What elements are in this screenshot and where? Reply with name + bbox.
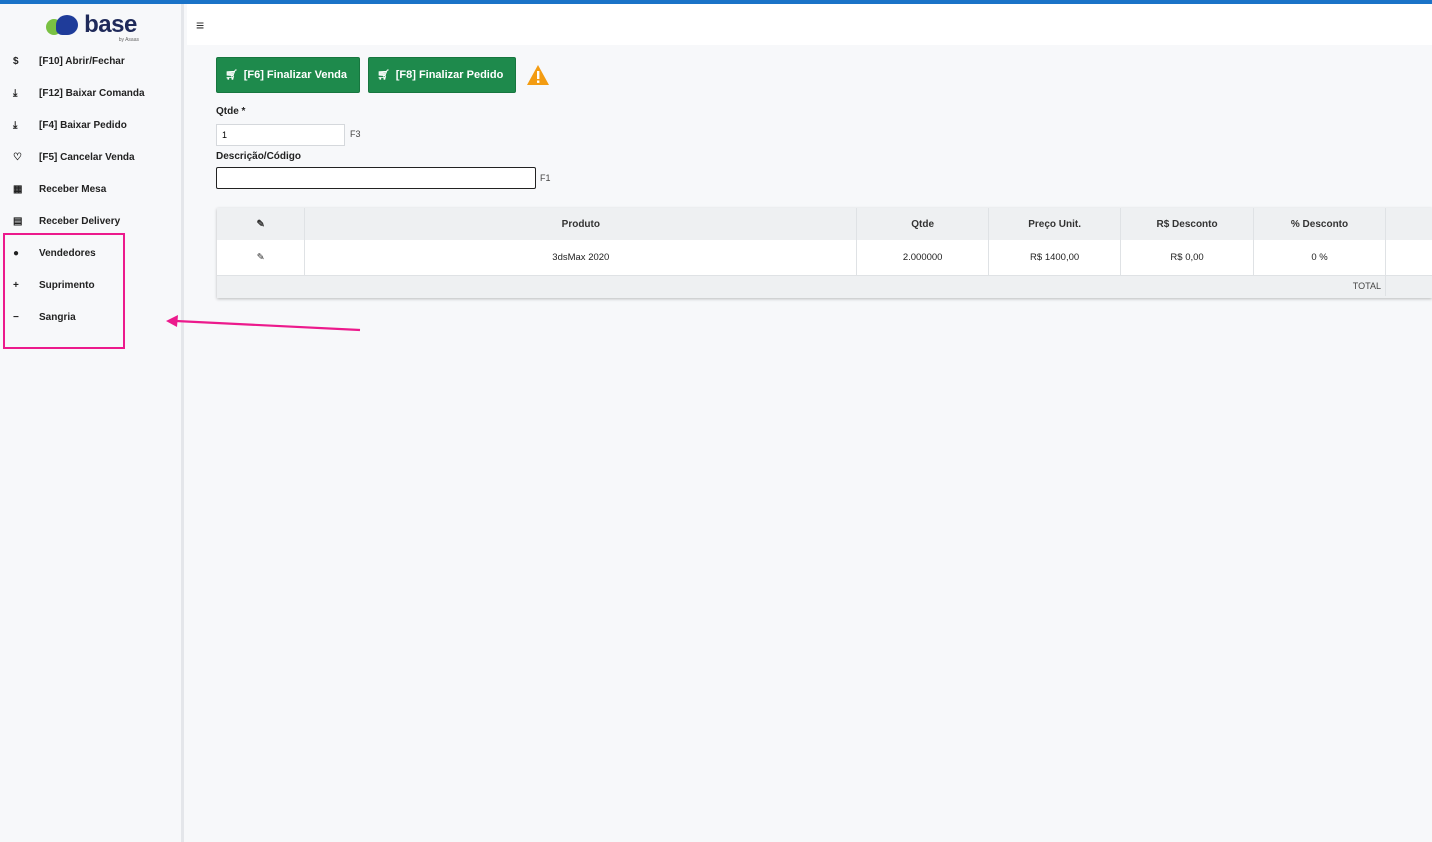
column-header-qtde[interactable]: Qtde (856, 208, 990, 240)
pencil-icon: ✎ (256, 251, 265, 263)
finalizar-pedido-button[interactable]: 🛒︎ [F8] Finalizar Pedido (368, 57, 517, 93)
items-table: ✎ Produto Qtde Preço Unit. R$ Desconto %… (217, 208, 1432, 296)
cell-pct-desconto: 0 % (1253, 240, 1386, 276)
column-header-produto[interactable]: Produto (304, 208, 858, 240)
table-header-row: ✎ Produto Qtde Preço Unit. R$ Desconto %… (217, 208, 1432, 240)
brand-byline: by Asaas (118, 37, 139, 43)
sidebar: base by Asaas $ [F10] Abrir/Fechar ⤓ [F12]… (0, 4, 184, 842)
sidebar-item-receber-mesa[interactable]: ▦ Receber Mesa (0, 173, 181, 205)
download-icon: ⤓ (13, 119, 18, 131)
column-header-rs-desconto[interactable]: R$ Desconto (1120, 208, 1255, 240)
descricao-shortcut-hint: F1 (540, 173, 551, 183)
items-table-container: ✎ Produto Qtde Preço Unit. R$ Desconto %… (217, 208, 1432, 298)
sidebar-item-label: [F10] Abrir/Fechar (39, 55, 125, 67)
dollar-icon: $ (13, 55, 19, 67)
column-header-preco-unit[interactable]: Preço Unit. (988, 208, 1122, 240)
descricao-label: Descrição/Código (216, 151, 302, 162)
cart-icon: 🛒︎ (377, 69, 390, 81)
qtde-input[interactable] (216, 124, 345, 146)
cell-preco-unit: R$ 1400,00 (988, 240, 1122, 276)
annotation-highlight-box (3, 233, 125, 349)
sidebar-item-label: Receber Delivery (39, 215, 121, 227)
sidebar-item-label: [F5] Cancelar Venda (39, 151, 135, 163)
column-header-pct-desconto[interactable]: % Desconto (1253, 208, 1386, 240)
annotation-arrow (166, 315, 361, 332)
total-label: TOTAL (217, 275, 1386, 296)
sidebar-item-abrir-fechar[interactable]: $ [F10] Abrir/Fechar (0, 45, 181, 77)
sidebar-item-label: [F12] Baixar Comanda (39, 87, 145, 99)
warning-icon[interactable] (526, 64, 550, 86)
cell-produto: 3dsMax 2020 (304, 240, 858, 276)
brand-name: base (84, 10, 137, 38)
cell-qtde: 2.000000 (856, 240, 990, 276)
qtde-shortcut-hint: F3 (350, 129, 361, 139)
top-header: ≡ (187, 4, 1432, 45)
edit-row-button[interactable]: ✎ (217, 240, 306, 276)
sidebar-item-baixar-pedido[interactable]: ⤓ [F4] Baixar Pedido (0, 109, 181, 141)
sidebar-item-cancelar-venda[interactable]: ♡ [F5] Cancelar Venda (0, 141, 181, 173)
table-total-row: TOTAL (217, 275, 1432, 296)
thumbs-down-icon: ♡ (13, 151, 22, 163)
edit-column-header: ✎ (217, 208, 306, 240)
sidebar-item-baixar-comanda[interactable]: ⤓ [F12] Baixar Comanda (0, 77, 181, 109)
hamburger-icon[interactable]: ≡ (196, 17, 204, 33)
logo-mark-icon (44, 13, 80, 37)
total-value (1385, 275, 1432, 296)
cell-rs-desconto: R$ 0,00 (1120, 240, 1255, 276)
cell-extra (1385, 240, 1432, 276)
cart-icon: 🛒︎ (225, 69, 238, 81)
table-row: ✎ 3dsMax 2020 2.000000 R$ 1400,00 R$ 0,0… (217, 240, 1432, 276)
download-icon: ⤓ (13, 87, 18, 99)
action-bar: 🛒︎ [F6] Finalizar Venda 🛒︎ [F8] Finalizar … (216, 57, 550, 93)
finalizar-venda-button[interactable]: 🛒︎ [F6] Finalizar Venda (216, 57, 361, 93)
main-content: 🛒︎ [F6] Finalizar Venda 🛒︎ [F8] Finalizar … (187, 45, 1432, 842)
qtde-label: Qtde * (216, 106, 246, 117)
grid-icon: ▦ (13, 183, 23, 195)
finalizar-pedido-label: [F8] Finalizar Pedido (395, 69, 504, 81)
descricao-codigo-input[interactable] (216, 167, 536, 189)
brand-logo[interactable]: base by Asaas (0, 4, 181, 45)
pencil-icon: ✎ (256, 218, 265, 230)
card-icon: ▤ (13, 215, 23, 227)
sidebar-item-label: Receber Mesa (39, 183, 107, 195)
column-header-extra (1385, 208, 1432, 240)
sidebar-item-label: [F4] Baixar Pedido (39, 119, 127, 131)
finalizar-venda-label: [F6] Finalizar Venda (243, 69, 348, 81)
